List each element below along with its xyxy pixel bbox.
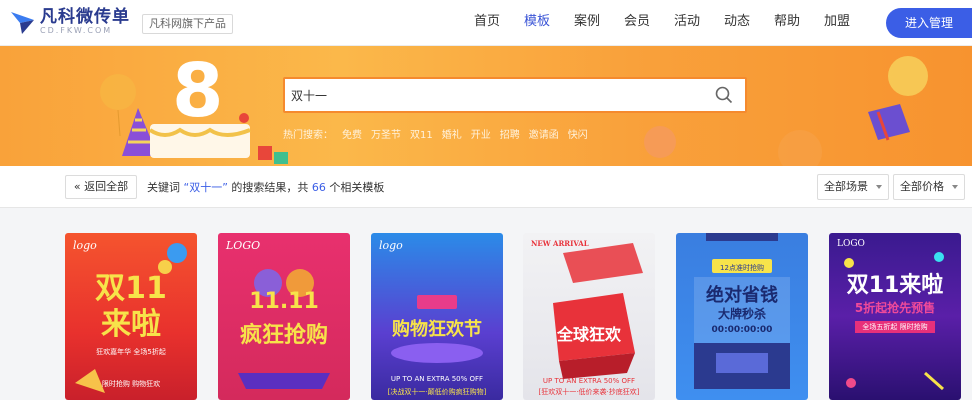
nav-templates[interactable]: 模板 [512, 0, 562, 46]
svg-text:8: 8 [172, 48, 224, 134]
hot-tag[interactable]: 免费 [342, 126, 362, 141]
template-card[interactable]: logo 购物狂欢节 UP TO AN EXTRA 50% OFF [决战双十一… [371, 233, 503, 400]
hot-tag[interactable]: 开业 [471, 126, 491, 141]
template-card[interactable]: logo 双11 来啦 狂欢嘉年华 全场5折起 限时抢购 购物狂欢 [65, 233, 197, 400]
hot-tag[interactable]: 婚礼 [442, 126, 462, 141]
double-chevron-left-icon: « [73, 180, 81, 193]
nav-help[interactable]: 帮助 [762, 0, 812, 46]
paper-plane-logo-icon [11, 12, 34, 34]
filter-bar: « 返回全部 关键词 “双十一” 的搜索结果，共 66 个相关模板 全部场景 全… [0, 166, 972, 208]
hot-search-label: 热门搜索： [283, 130, 333, 141]
search-input[interactable] [291, 79, 711, 111]
confetti-decoration-icon [844, 252, 944, 391]
nav-franchise[interactable]: 加盟 [812, 0, 862, 46]
nav-membership[interactable]: 会员 [612, 0, 662, 46]
logo-subtitle: CD.FKW.COM [40, 26, 113, 35]
hot-search-tags: 热门搜索： 免费 万圣节 双11 婚礼 开业 招聘 邀请函 快闪 [283, 126, 597, 141]
hot-tag[interactable]: 双11 [410, 126, 433, 141]
template-card[interactable]: LOGO 双11来啦 5折起抢先预售 全场五折起 限时抢购 [829, 233, 961, 400]
enter-admin-button[interactable]: 进入管理 [886, 8, 972, 38]
result-keyword: “双十一” [183, 181, 228, 194]
hot-tag[interactable]: 邀请函 [529, 126, 559, 141]
logo-title: 凡科微传单 [40, 7, 130, 27]
product-slogan: 凡科网旗下产品 [142, 14, 233, 34]
search-icon[interactable] [715, 86, 733, 104]
brand-logo[interactable]: 凡科微传单 CD.FKW.COM [8, 8, 130, 36]
template-card[interactable]: LOGO 11.11 疯狂抢购 [218, 233, 350, 400]
caret-down-icon [952, 185, 958, 189]
nav-news[interactable]: 动态 [712, 0, 762, 46]
search-banner: 8 热门搜索： 免费 万圣节 双11 婚礼 开业 招聘 邀请函 快闪 [0, 46, 972, 166]
scene-select[interactable]: 全部场景 [817, 174, 889, 200]
hot-tag[interactable]: 招聘 [500, 126, 520, 141]
back-to-all-button[interactable]: « 返回全部 [65, 175, 137, 199]
nav-home[interactable]: 首页 [462, 0, 512, 46]
pixel-cube-illustration [553, 243, 643, 379]
hot-tag[interactable]: 万圣节 [371, 126, 401, 141]
result-count: 66 [311, 181, 326, 194]
nav-cases[interactable]: 案例 [562, 0, 612, 46]
template-card[interactable]: NEW ARRIVAL 全球狂欢 UP TO AN EXTRA 50% OFF … [523, 233, 655, 400]
search-box [283, 77, 747, 113]
caret-down-icon [876, 185, 882, 189]
hot-tag[interactable]: 快闪 [568, 126, 588, 141]
template-card[interactable]: 12点准时抢购 绝对省钱 大牌秒杀 00:00:00:00 [676, 233, 808, 400]
nav-events[interactable]: 活动 [662, 0, 712, 46]
search-result-summary: 关键词 “双十一” 的搜索结果，共 66 个相关模板 [147, 181, 385, 194]
main-nav: 首页 模板 案例 会员 活动 动态 帮助 加盟 [462, 0, 862, 46]
top-header: 凡科微传单 CD.FKW.COM 凡科网旗下产品 首页 模板 案例 会员 活动 … [0, 0, 972, 46]
price-select[interactable]: 全部价格 [893, 174, 965, 200]
